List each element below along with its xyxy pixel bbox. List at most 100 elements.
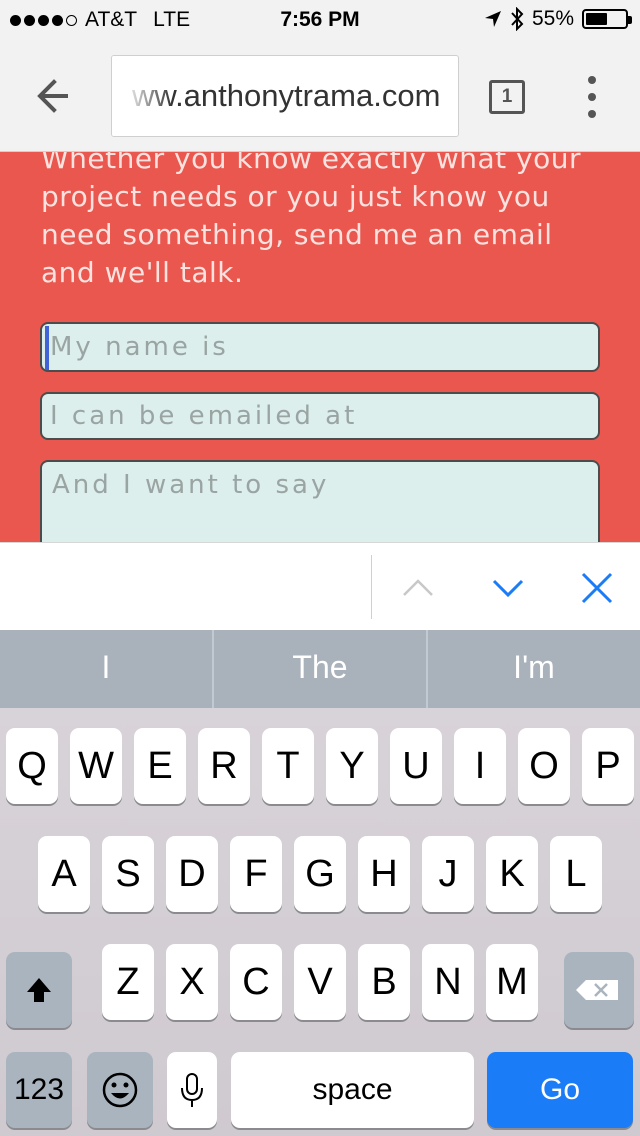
battery-icon [582, 9, 632, 29]
chevron-up-icon [403, 579, 433, 596]
key-h[interactable]: H [358, 836, 410, 912]
tab-count: 1 [501, 86, 513, 107]
key-label: K [499, 853, 525, 895]
battery-level [586, 13, 607, 25]
key-label: H [370, 853, 398, 895]
chevron-down-icon [492, 579, 524, 598]
key-v[interactable]: V [294, 944, 346, 1020]
message-placeholder: And I want to say [52, 470, 330, 500]
overflow-menu-icon[interactable] [584, 76, 600, 118]
status-right: 55% [484, 7, 632, 31]
key-n[interactable]: N [422, 944, 474, 1020]
bluetooth-icon [511, 7, 524, 31]
key-u[interactable]: U [390, 728, 442, 804]
microphone-key[interactable] [167, 1052, 217, 1128]
emoji-key[interactable] [87, 1052, 153, 1128]
name-placeholder: My name is [50, 332, 229, 362]
status-bar: AT&T LTE 7:56 PM 55% [0, 0, 640, 40]
next-field-button[interactable] [483, 563, 533, 613]
browser-toolbar: ww.anthonytrama.com 1 [0, 40, 640, 152]
url-text: ww.anthonytrama.com [132, 78, 441, 113]
key-t[interactable]: T [262, 728, 314, 804]
key-label: Y [339, 745, 365, 787]
key-b[interactable]: B [358, 944, 410, 1020]
key-label: U [402, 745, 430, 787]
suggestion-2[interactable]: The [214, 630, 428, 708]
key-label: V [307, 961, 333, 1003]
key-o[interactable]: O [518, 728, 570, 804]
key-label: E [147, 745, 173, 787]
key-g[interactable]: G [294, 836, 346, 912]
key-i[interactable]: I [454, 728, 506, 804]
web-page: Whether you know exactly what your proje… [0, 152, 640, 542]
key-e[interactable]: E [134, 728, 186, 804]
key-label: X [179, 961, 205, 1003]
key-l[interactable]: L [550, 836, 602, 912]
key-label: J [438, 853, 458, 895]
message-field[interactable]: And I want to say [40, 460, 600, 542]
previous-field-button[interactable] [393, 563, 443, 613]
key-c[interactable]: C [230, 944, 282, 1020]
key-label: A [51, 853, 77, 895]
intro-line: Whether you know exactly what your [41, 152, 581, 175]
name-field[interactable]: My name is [40, 322, 600, 372]
tab-switcher-icon[interactable]: 1 [489, 80, 525, 114]
intro-line: project needs or you just know you [41, 180, 550, 213]
shift-key[interactable] [6, 952, 72, 1028]
text-caret [45, 326, 49, 370]
space-key[interactable]: space [231, 1052, 474, 1128]
numbers-key-label: 123 [13, 1073, 65, 1106]
delete-key[interactable] [564, 952, 634, 1028]
key-label: Q [17, 745, 47, 787]
intro-paragraph: Whether you know exactly what your proje… [41, 152, 611, 292]
emoji-icon [102, 1072, 138, 1108]
location-arrow-icon [484, 11, 501, 27]
email-field[interactable]: I can be emailed at [40, 392, 600, 440]
key-label: M [496, 961, 528, 1003]
key-f[interactable]: F [230, 836, 282, 912]
key-label: L [565, 853, 587, 895]
suggestion-3[interactable]: I'm [428, 630, 640, 708]
key-z[interactable]: Z [102, 944, 154, 1020]
key-y[interactable]: Y [326, 728, 378, 804]
delete-icon [576, 980, 618, 1000]
back-button[interactable] [30, 74, 80, 118]
close-keyboard-button[interactable] [572, 563, 622, 613]
key-label: F [244, 853, 268, 895]
key-k[interactable]: K [486, 836, 538, 912]
keyboard: 123 space Go QWERTYU I OP ASDFGHJKL ZXCVBNM [0, 708, 640, 1136]
battery-percent: 55% [531, 7, 574, 30]
microphone-icon [181, 1073, 203, 1107]
key-j[interactable]: J [422, 836, 474, 912]
key-label: C [242, 961, 270, 1003]
key-label: Z [116, 961, 140, 1003]
key-s[interactable]: S [102, 836, 154, 912]
form-assistant-bar [0, 542, 640, 630]
key-a[interactable]: A [38, 836, 90, 912]
key-r[interactable]: R [198, 728, 250, 804]
key-q[interactable]: Q [6, 728, 58, 804]
key-d[interactable]: D [166, 836, 218, 912]
key-m[interactable]: M [486, 944, 538, 1020]
key-label: I [474, 745, 486, 787]
key-x[interactable]: X [166, 944, 218, 1020]
key-w[interactable]: W [70, 728, 122, 804]
back-arrow-icon [37, 79, 68, 113]
suggestion-1[interactable]: I [0, 630, 214, 708]
key-label: D [178, 853, 206, 895]
address-bar[interactable]: ww.anthonytrama.com [111, 55, 459, 137]
key-label: N [434, 961, 462, 1003]
key-label: S [115, 853, 141, 895]
intro-line: need something, send me an email [41, 218, 553, 251]
key-label: B [371, 961, 397, 1003]
go-key-label: Go [539, 1073, 581, 1106]
shift-icon [27, 978, 51, 1002]
key-p[interactable]: P [582, 728, 634, 804]
key-label: W [78, 745, 114, 787]
key-label: T [276, 745, 300, 787]
predictive-text-bar: I The I'm [0, 630, 640, 708]
intro-line: and we'll talk. [41, 256, 244, 289]
key-label: P [595, 745, 621, 787]
numbers-key[interactable]: 123 [6, 1052, 72, 1128]
go-key[interactable]: Go [487, 1052, 633, 1128]
